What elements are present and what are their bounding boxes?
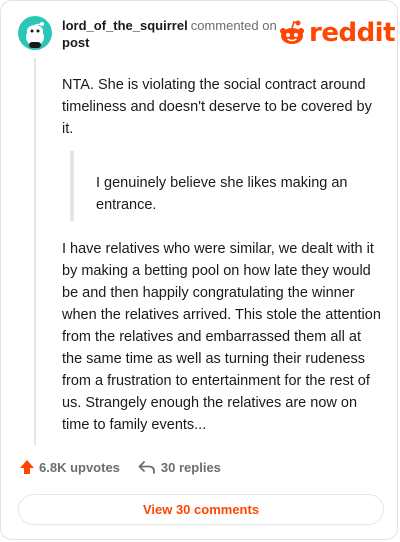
blockquote: I genuinely believe she likes making an … (70, 151, 374, 221)
comment-header: lord_of_the_squirrel commented on (62, 18, 277, 33)
reddit-alien-icon (280, 20, 304, 44)
reddit-logo[interactable]: reddit (278, 18, 396, 48)
comment-paragraph: I have relatives who were similar, we de… (62, 241, 381, 433)
snoo-avatar-icon[interactable] (18, 16, 52, 50)
view-comments-button[interactable]: View 30 comments (18, 494, 384, 525)
upvote-count[interactable]: 6.8K upvotes (39, 460, 120, 475)
reply-count[interactable]: 30 replies (161, 460, 221, 475)
comment-paragraph: NTA. She is violating the social contrac… (62, 77, 372, 137)
comment-footer: 6.8K upvotes 30 replies (19, 459, 221, 475)
comment-card: lord_of_the_squirrel commented on post re… (0, 0, 398, 540)
thread-line[interactable] (34, 58, 36, 445)
quote-text: I genuinely believe she likes making an … (96, 175, 348, 213)
reply-arrow-icon[interactable] (138, 459, 156, 475)
upvote-arrow-icon[interactable] (19, 459, 35, 475)
username-link[interactable]: lord_of_the_squirrel (62, 18, 188, 33)
comment-action-text: commented on (190, 18, 277, 33)
reddit-wordmark: reddit (309, 18, 396, 48)
post-link[interactable]: post (62, 35, 89, 50)
